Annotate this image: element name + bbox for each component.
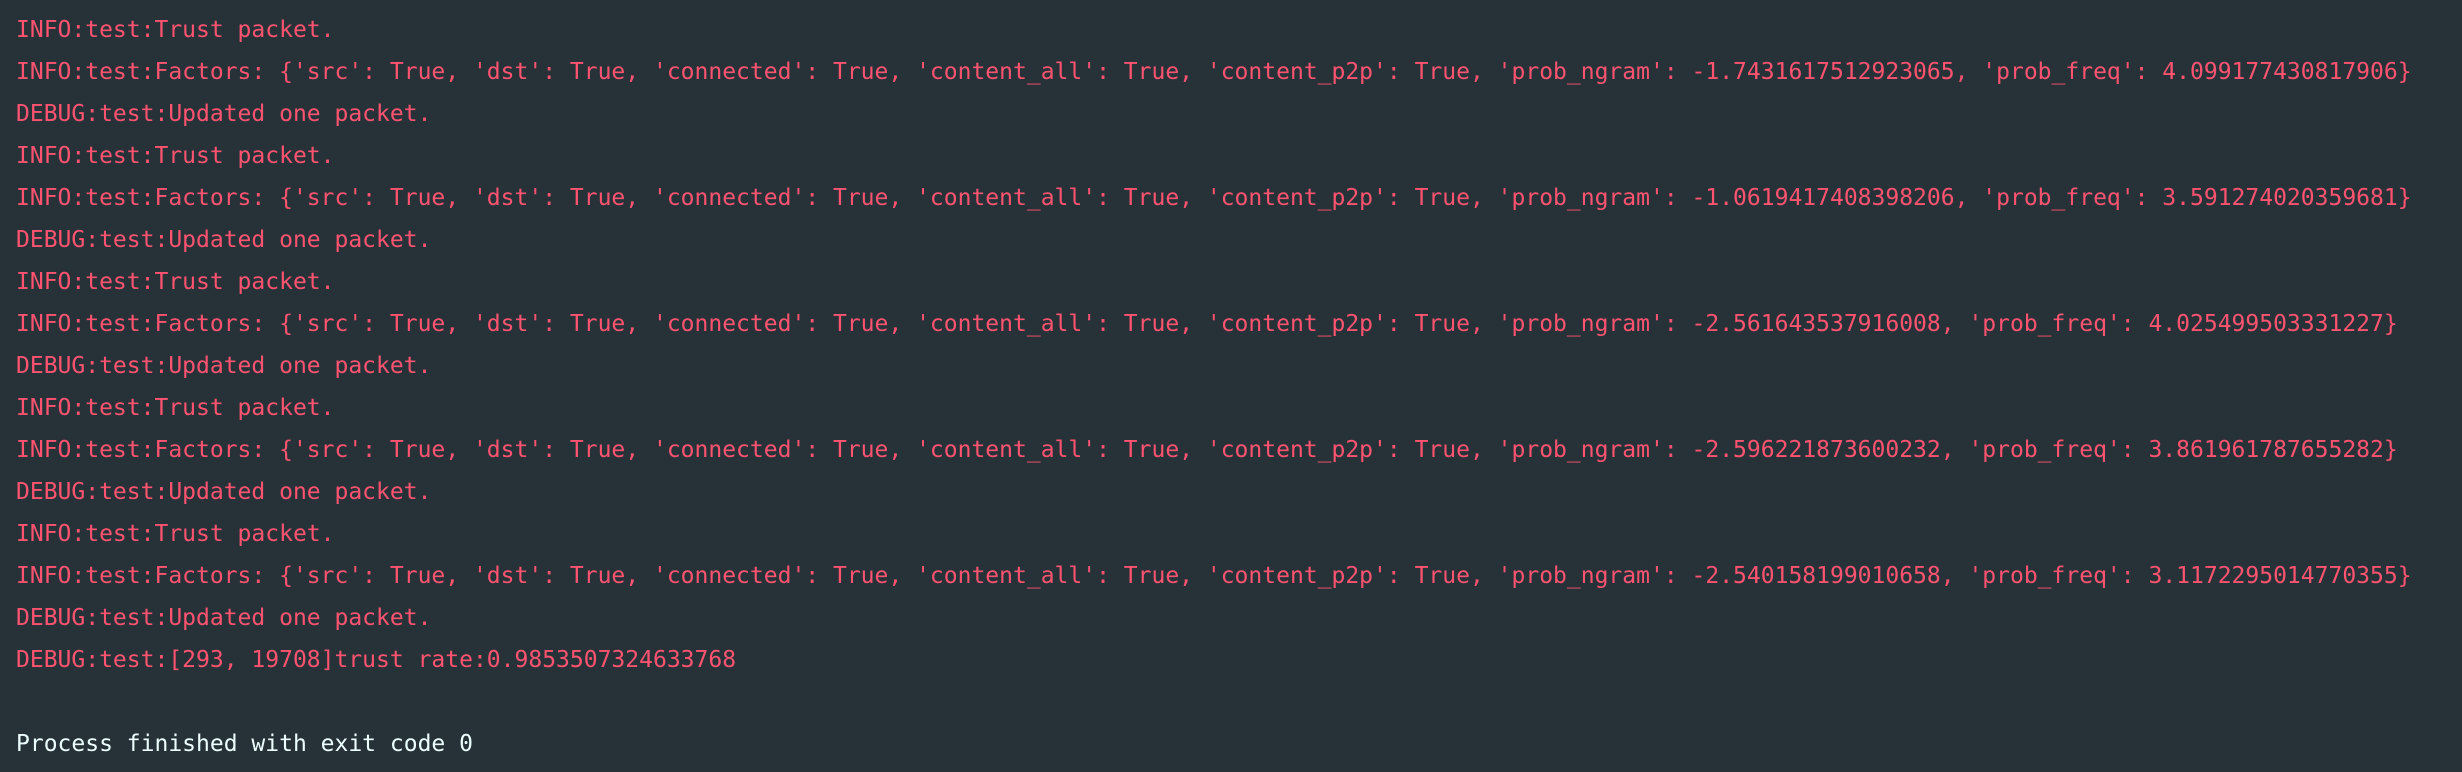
log-line: INFO:test:Trust packet. xyxy=(16,521,335,547)
log-line: INFO:test:Trust packet. xyxy=(16,269,335,295)
log-line: INFO:test:Factors: {'src': True, 'dst': … xyxy=(16,437,2398,463)
log-line: DEBUG:test:Updated one packet. xyxy=(16,227,432,253)
log-line: DEBUG:test:[293, 19708]trust rate:0.9853… xyxy=(16,647,737,673)
log-line: DEBUG:test:Updated one packet. xyxy=(16,479,432,505)
log-line: DEBUG:test:Updated one packet. xyxy=(16,353,432,379)
log-line: INFO:test:Trust packet. xyxy=(16,395,335,421)
log-line: DEBUG:test:Updated one packet. xyxy=(16,101,432,127)
log-line: INFO:test:Trust packet. xyxy=(16,17,335,43)
log-line: INFO:test:Factors: {'src': True, 'dst': … xyxy=(16,563,2412,589)
run-console-output[interactable]: INFO:test:Trust packet. INFO:test:Factor… xyxy=(0,0,2462,772)
log-line: INFO:test:Factors: {'src': True, 'dst': … xyxy=(16,59,2412,85)
log-line: INFO:test:Factors: {'src': True, 'dst': … xyxy=(16,311,2398,337)
log-line: INFO:test:Trust packet. xyxy=(16,143,335,169)
log-line: DEBUG:test:Updated one packet. xyxy=(16,605,432,631)
log-line: INFO:test:Factors: {'src': True, 'dst': … xyxy=(16,185,2412,211)
process-exit-message: Process finished with exit code 0 xyxy=(16,731,473,757)
